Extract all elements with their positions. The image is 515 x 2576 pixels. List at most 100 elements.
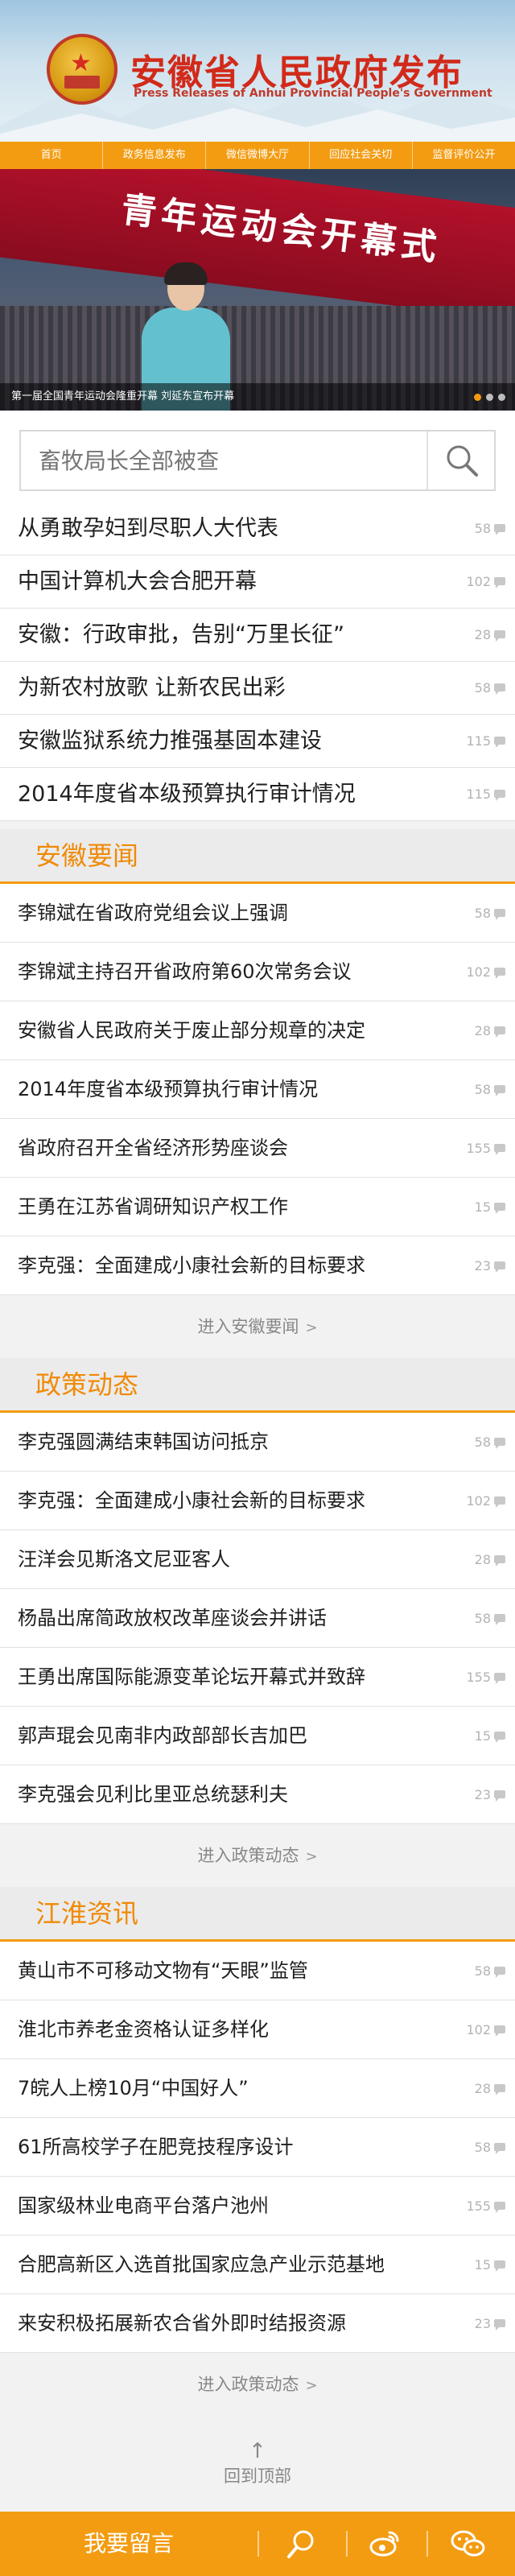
more-link-policy-news[interactable]: 进入政策动态 > — [0, 1824, 515, 1887]
news-title: 王勇在江苏省调研知识产权工作 — [18, 1195, 288, 1218]
leave-message-button[interactable]: 我要留言 — [0, 2512, 258, 2576]
search-button-bottom[interactable] — [270, 2512, 334, 2576]
news-title: 2014年度省本级预算执行审计情况 — [18, 1078, 319, 1100]
policy-news-list: 李克强圆满结束韩国访问抵京 58 李克强：全面建成小康社会新的目标要求 102 汪洋… — [0, 1413, 515, 1824]
list-item[interactable]: 李锦斌主持召开省政府第60次常务会议 102 — [0, 943, 515, 1001]
section-title: 安徽要闻 — [35, 840, 139, 871]
search-button[interactable] — [426, 431, 494, 489]
comment-icon — [494, 2260, 505, 2272]
comment-count: 58 — [474, 1435, 491, 1450]
list-item[interactable]: 61所高校学子在肥竞技程序设计 58 — [0, 2118, 515, 2177]
comment-icon — [494, 1673, 505, 1684]
comment-icon — [494, 1496, 505, 1508]
list-item[interactable]: 2014年度省本级预算执行审计情况 58 — [0, 1060, 515, 1119]
carousel-dot[interactable] — [486, 394, 493, 401]
back-to-top-link[interactable]: ↑ 回到顶部 — [0, 2439, 515, 2504]
list-item[interactable]: 省政府召开全省经济形势座谈会 155 — [0, 1119, 515, 1178]
divider — [258, 2531, 259, 2557]
nav-item-home[interactable]: 首页 — [0, 142, 104, 169]
comment-icon — [494, 790, 505, 801]
news-title: 李锦斌在省政府党组会议上强调 — [18, 902, 288, 924]
site-subtitle: Press Releases of Anhui Provincial Peopl… — [134, 87, 492, 100]
nav-item-supervision[interactable]: 监督评价公开 — [413, 142, 515, 169]
comment-icon — [494, 2084, 505, 2095]
list-item[interactable]: 李克强：全面建成小康社会新的目标要求 23 — [0, 1236, 515, 1295]
list-item[interactable]: 2014年度省本级预算执行审计情况 115 — [0, 768, 515, 821]
news-title: 郭声琨会见南非内政部部长吉加巴 — [18, 1724, 307, 1747]
banner-caption[interactable]: 第一届全国青年运动会隆重开幕 刘延东宣布开幕 — [0, 383, 515, 411]
list-item[interactable]: 杨晶出席简政放权改革座谈会并讲话 58 — [0, 1589, 515, 1648]
section-header-policy-news: 政策动态 — [0, 1358, 515, 1413]
nav-item-public-concern[interactable]: 回应社会关切 — [310, 142, 413, 169]
comment-count: 102 — [466, 2022, 491, 2037]
comment-count: 28 — [474, 627, 491, 642]
comment-icon — [494, 1790, 505, 1802]
list-item[interactable]: 为新农村放歌 让新农民出彩 58 — [0, 662, 515, 715]
news-title: 黄山市不可移动文物有“天眼”监管 — [18, 1959, 308, 1982]
list-item[interactable]: 李锦斌在省政府党组会议上强调 58 — [0, 884, 515, 943]
news-title: 安徽：行政审批，告别“万里长征” — [18, 622, 344, 647]
list-item[interactable]: 李克强：全面建成小康社会新的目标要求 102 — [0, 1472, 515, 1530]
list-item[interactable]: 淮北市养老金资格认证多样化 102 — [0, 2000, 515, 2059]
list-item[interactable]: 李克强会见利比里亚总统瑟利夫 23 — [0, 1765, 515, 1824]
wechat-button[interactable] — [435, 2512, 499, 2576]
list-item[interactable]: 郭声琨会见南非内政部部长吉加巴 15 — [0, 1707, 515, 1765]
comment-count: 23 — [474, 1787, 491, 1802]
news-title: 杨晶出席简政放权改革座谈会并讲话 — [18, 1607, 327, 1629]
more-link-jianghuai-news[interactable]: 进入政策动态 > — [0, 2353, 515, 2416]
news-title: 安徽省人民政府关于废止部分规章的决定 — [18, 1019, 365, 1042]
comment-icon — [494, 1144, 505, 1155]
comment-icon — [494, 630, 505, 642]
carousel-dot[interactable] — [474, 394, 481, 401]
list-item[interactable]: 中国计算机大会合肥开幕 102 — [0, 555, 515, 609]
more-link-anhui-news[interactable]: 进入安徽要闻 > — [0, 1295, 515, 1358]
list-item[interactable]: 王勇出席国际能源变革论坛开幕式并致辞 155 — [0, 1648, 515, 1707]
news-title: 为新农村放歌 让新农民出彩 — [18, 675, 286, 700]
comment-icon — [494, 737, 505, 748]
list-item[interactable]: 安徽监狱系统力推强基固本建设 115 — [0, 715, 515, 768]
comment-icon — [494, 1261, 505, 1273]
nav-item-wechat-weibo[interactable]: 微信微博大厅 — [206, 142, 310, 169]
list-item[interactable]: 合肥高新区入选首批国家应急产业示范基地 15 — [0, 2235, 515, 2294]
list-item[interactable]: 汪洋会见斯洛文尼亚客人 28 — [0, 1530, 515, 1589]
wechat-icon — [451, 2530, 485, 2557]
comment-count: 28 — [474, 1023, 491, 1038]
search-input[interactable] — [21, 431, 428, 489]
back-to-top-label: 回到顶部 — [224, 2467, 291, 2486]
comment-count: 58 — [474, 906, 491, 921]
comment-icon — [494, 2143, 505, 2154]
list-item[interactable]: 黄山市不可移动文物有“天眼”监管 58 — [0, 1942, 515, 2000]
chevron-right-icon: > — [305, 2377, 318, 2394]
news-title: 淮北市养老金资格认证多样化 — [18, 2018, 269, 2041]
anhui-news-list: 李锦斌在省政府党组会议上强调 58 李锦斌主持召开省政府第60次常务会议 102 安… — [0, 884, 515, 1295]
list-item[interactable]: 7皖人上榜10月“中国好人” 28 — [0, 2059, 515, 2118]
list-item[interactable]: 国家级林业电商平台落户池州 155 — [0, 2177, 515, 2235]
comment-count: 155 — [466, 1670, 491, 1685]
list-item[interactable]: 从勇敢孕妇到尽职人大代表 58 — [0, 502, 515, 555]
search-box — [19, 430, 496, 491]
weibo-button[interactable] — [352, 2512, 417, 2576]
list-item[interactable]: 李克强圆满结束韩国访问抵京 58 — [0, 1413, 515, 1472]
comment-icon — [494, 2202, 505, 2213]
comment-count: 23 — [474, 1258, 491, 1274]
main-nav: 首页 政务信息发布 微信微博大厅 回应社会关切 监督评价公开 — [0, 142, 515, 169]
comment-count: 58 — [474, 2140, 491, 2155]
news-title: 7皖人上榜10月“中国好人” — [18, 2077, 249, 2099]
news-title: 李锦斌主持召开省政府第60次常务会议 — [18, 960, 352, 983]
comment-count: 15 — [474, 1728, 491, 1744]
carousel-dot[interactable] — [498, 394, 505, 401]
nav-item-gov-info[interactable]: 政务信息发布 — [103, 142, 207, 169]
list-item[interactable]: 安徽省人民政府关于废止部分规章的决定 28 — [0, 1001, 515, 1060]
banner-carousel[interactable]: 青年运动会开幕式 第一届全国青年运动会隆重开幕 刘延东宣布开幕 — [0, 169, 515, 411]
comment-icon — [494, 1967, 505, 1978]
list-item[interactable]: 来安积极拓展新农合省外即时结报资源 23 — [0, 2294, 515, 2353]
comment-icon — [494, 1438, 505, 1449]
comment-count: 115 — [466, 733, 491, 749]
comment-icon — [494, 1026, 505, 1038]
comment-count: 58 — [474, 1611, 491, 1626]
comment-count: 58 — [474, 680, 491, 696]
list-item[interactable]: 王勇在江苏省调研知识产权工作 15 — [0, 1178, 515, 1236]
list-item[interactable]: 安徽：行政审批，告别“万里长征” 28 — [0, 609, 515, 662]
comment-count: 58 — [474, 521, 491, 536]
comment-count: 58 — [474, 1963, 491, 1979]
